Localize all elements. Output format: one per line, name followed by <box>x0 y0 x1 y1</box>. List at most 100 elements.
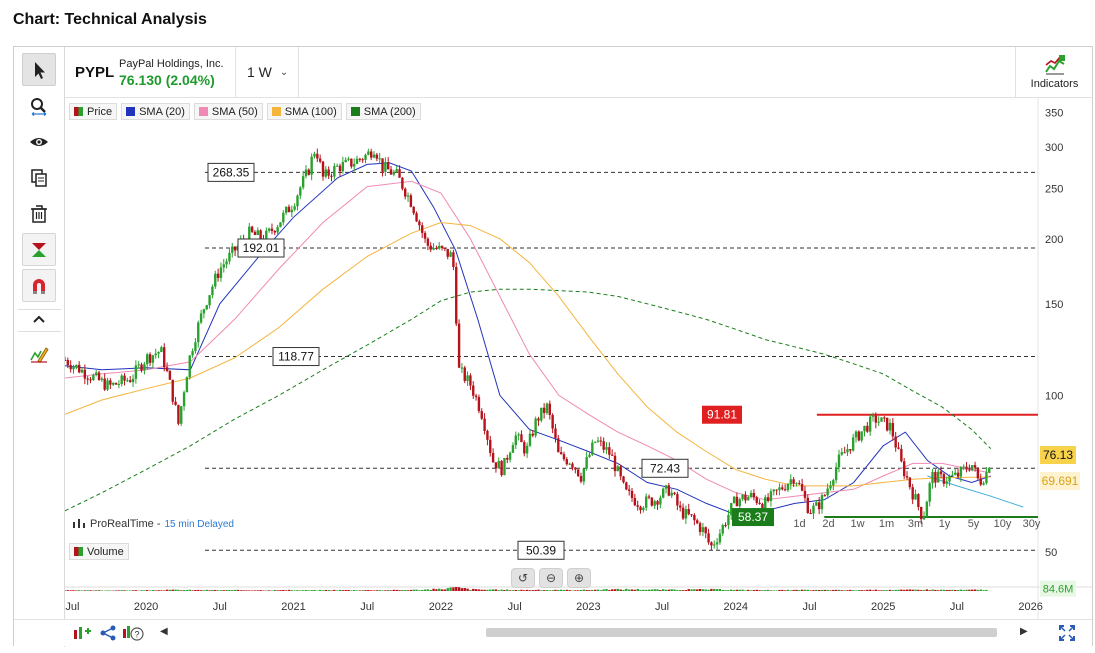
zoom-tool-button[interactable] <box>22 90 56 123</box>
price-candle <box>137 364 140 366</box>
trend-tool-button[interactable] <box>22 233 56 266</box>
volume-bar <box>65 590 67 591</box>
add-instrument-button[interactable] <box>71 624 93 642</box>
legend-item[interactable]: SMA (50) <box>193 103 263 120</box>
price-candle <box>231 246 234 253</box>
volume-bar <box>211 589 214 591</box>
volume-bar <box>97 590 101 591</box>
price-candle <box>279 222 282 228</box>
price-candle <box>914 494 917 500</box>
time-scrollbar[interactable] <box>486 628 997 637</box>
legend-item[interactable]: Price <box>69 103 118 120</box>
price-candle <box>361 159 364 161</box>
volume-bar <box>874 589 878 591</box>
volume-bar <box>327 590 330 591</box>
fullscreen-button[interactable] <box>1056 624 1078 642</box>
data-credit: ProRealTime - 15 min Delayed <box>72 518 234 530</box>
price-candle <box>418 221 421 226</box>
price-candle <box>327 169 330 176</box>
volume-bar <box>817 589 821 591</box>
volume-bar <box>917 589 920 591</box>
volume-bar <box>378 590 381 591</box>
period-5y[interactable]: 5y <box>959 518 988 530</box>
help-button[interactable]: ? <box>121 624 145 642</box>
legend-item[interactable]: SMA (20) <box>121 103 190 120</box>
volume-bar <box>296 590 299 591</box>
drawing-pencil-button[interactable] <box>22 337 56 370</box>
price-candle <box>619 466 622 477</box>
volume-bar <box>409 589 413 591</box>
price-candle <box>905 476 909 478</box>
support-label: 58.37 <box>738 510 768 524</box>
volume-bar <box>160 590 163 591</box>
price-candle <box>653 501 656 506</box>
indicators-button[interactable]: Indicators <box>1015 47 1093 98</box>
volume-bar <box>928 590 931 591</box>
volume-bar <box>713 588 716 591</box>
price-candle <box>304 169 308 177</box>
period-3m[interactable]: 3m <box>901 518 930 530</box>
scroll-right-icon[interactable]: ▶ <box>1020 626 1028 637</box>
delete-tool-button[interactable] <box>22 197 56 230</box>
price-candle <box>800 484 804 491</box>
share-icon <box>100 625 116 641</box>
legend-item[interactable]: SMA (100) <box>266 103 342 120</box>
price-candle <box>868 416 872 432</box>
price-candle <box>885 417 889 431</box>
period-1w[interactable]: 1w <box>843 518 872 530</box>
indicators-label: Indicators <box>1030 78 1079 90</box>
volume-bar <box>826 589 829 591</box>
period-1y[interactable]: 1y <box>930 518 959 530</box>
price-candle <box>766 497 770 501</box>
volume-bar <box>282 589 285 591</box>
price-candle <box>148 354 152 363</box>
volume-bar <box>758 590 761 591</box>
volume-bar <box>511 590 515 591</box>
volume-bar <box>304 590 308 591</box>
collapse-toolbar-button[interactable] <box>22 309 56 329</box>
period-1m[interactable]: 1m <box>872 518 901 530</box>
pointer-tool-button[interactable] <box>22 53 56 86</box>
price-candle <box>749 492 753 497</box>
legend-item[interactable]: SMA (200) <box>345 103 421 120</box>
price-candle <box>806 497 809 514</box>
period-10y[interactable]: 10y <box>988 518 1017 530</box>
price-candle <box>724 525 727 527</box>
magnet-tool-button[interactable] <box>22 269 56 302</box>
price-candle <box>316 153 319 159</box>
price-candle <box>727 515 730 526</box>
price-candle <box>330 175 333 177</box>
volume-bar <box>106 590 109 591</box>
volume-bar <box>676 590 679 591</box>
volume-bar <box>233 589 237 591</box>
price-candle <box>982 483 985 485</box>
price-candle <box>860 431 863 441</box>
share-button[interactable] <box>97 624 119 642</box>
volume-legend-item[interactable]: Volume <box>69 543 129 560</box>
reset-zoom-button[interactable]: ↺ <box>511 568 535 588</box>
candles-icon <box>73 519 85 528</box>
price-candle <box>449 252 452 257</box>
price-candle <box>548 403 551 415</box>
volume-bar <box>902 589 906 591</box>
price-candle <box>571 463 574 468</box>
price-candle <box>732 496 736 504</box>
zoom-in-button[interactable]: ⊕ <box>567 568 591 588</box>
scroll-left-icon[interactable]: ◀ <box>160 626 168 637</box>
copy-tool-button[interactable] <box>22 161 56 194</box>
volume-bar <box>710 588 713 591</box>
price-candle <box>472 385 475 396</box>
period-30y[interactable]: 30y <box>1017 518 1046 530</box>
volume-bar <box>630 589 634 591</box>
zoom-out-button[interactable]: ⊖ <box>539 568 563 588</box>
price-candle <box>146 354 149 365</box>
ticker-symbol[interactable]: PYPL <box>75 64 114 81</box>
period-1d[interactable]: 1d <box>785 518 814 530</box>
price-candle <box>256 230 259 235</box>
volume-bar <box>443 589 447 591</box>
volume-bar <box>704 589 707 591</box>
price-chart[interactable]: 50 100 150 200 250 300 350 Jul 2020 Jul 2021 Jul 202… <box>65 98 1093 619</box>
visibility-tool-button[interactable] <box>22 125 56 158</box>
period-2d[interactable]: 2d <box>814 518 843 530</box>
interval-select[interactable]: 1 W ⌄ <box>247 64 288 80</box>
